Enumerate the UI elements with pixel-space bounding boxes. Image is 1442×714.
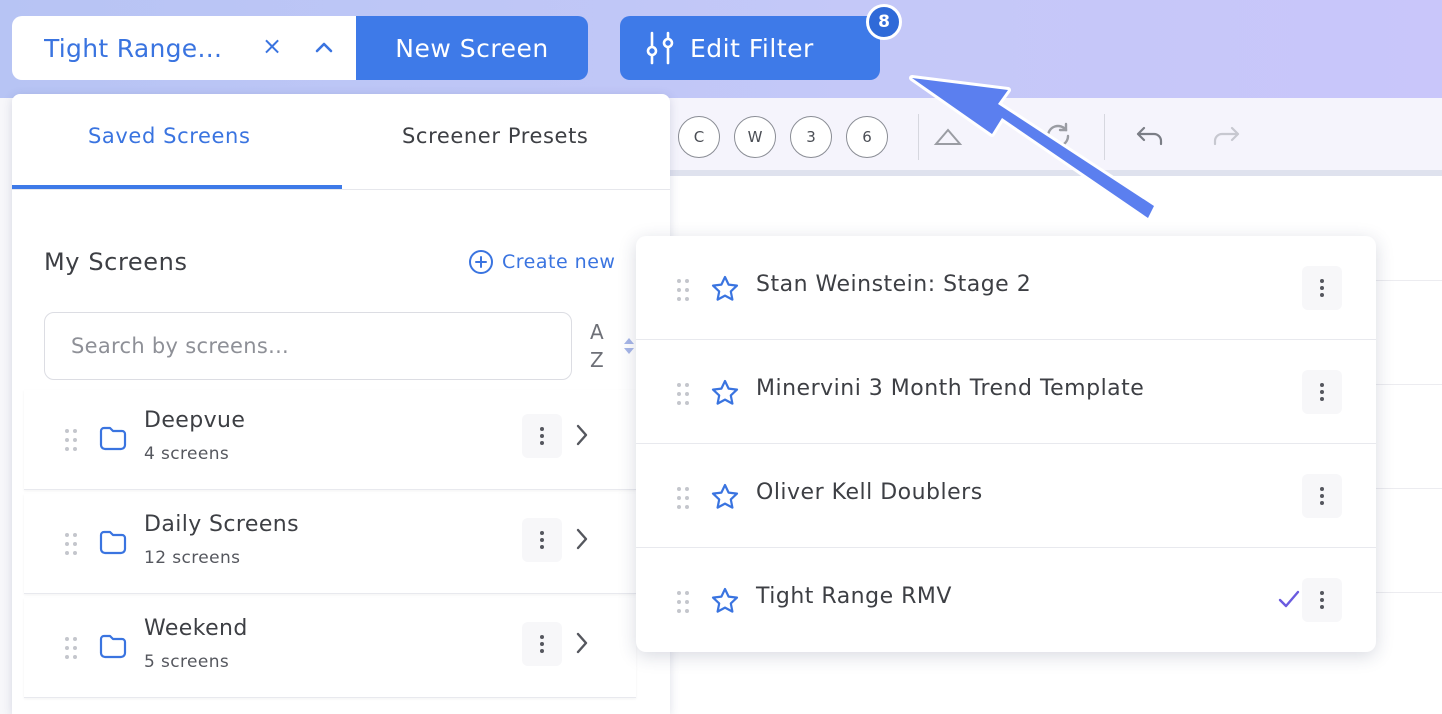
create-new-label: Create new xyxy=(502,251,616,273)
drag-handle-icon[interactable] xyxy=(64,636,78,660)
kebab-icon xyxy=(1320,591,1324,609)
kebab-icon xyxy=(1320,383,1324,401)
screen-item[interactable]: Tight Range RMV xyxy=(636,548,1376,652)
star-icon[interactable] xyxy=(710,274,740,304)
sort-arrows-icon[interactable] xyxy=(622,334,636,358)
more-options-button[interactable] xyxy=(522,414,562,458)
drag-handle-icon[interactable] xyxy=(64,532,78,556)
drag-handle-icon[interactable] xyxy=(676,590,690,614)
more-options-button[interactable] xyxy=(522,518,562,562)
kebab-icon xyxy=(540,635,544,653)
create-new-button[interactable]: Create new xyxy=(468,249,615,275)
folder-item[interactable]: Daily Screens 12 screens xyxy=(24,494,636,594)
folder-icon xyxy=(99,634,127,659)
folder-count: 5 screens xyxy=(144,652,230,672)
screen-name: Stan Weinstein: Stage 2 xyxy=(756,272,1032,297)
folder-icon xyxy=(99,530,127,555)
saved-screens-panel: Saved Screens Screener Presets My Screen… xyxy=(12,94,670,714)
folder-item[interactable]: Weekend 5 screens xyxy=(24,598,636,698)
drag-handle-icon[interactable] xyxy=(676,278,690,302)
clear-icon[interactable]: × xyxy=(262,32,282,60)
tab-saved-screens[interactable]: Saved Screens xyxy=(88,124,251,148)
search-input[interactable] xyxy=(44,312,572,380)
kebab-icon xyxy=(1320,279,1324,297)
star-icon[interactable] xyxy=(710,378,740,408)
annotation-arrow-icon xyxy=(909,75,1157,221)
chevron-right-icon[interactable] xyxy=(574,526,590,552)
screen-name: Tight Range RMV xyxy=(756,584,952,609)
drag-handle-icon[interactable] xyxy=(676,486,690,510)
kebab-icon xyxy=(540,531,544,549)
sliders-icon xyxy=(646,31,674,65)
folder-name: Weekend xyxy=(144,616,248,641)
tab-divider xyxy=(12,189,670,190)
screen-item[interactable]: Stan Weinstein: Stage 2 xyxy=(636,236,1376,340)
folder-name: Daily Screens xyxy=(144,512,299,537)
screen-selector[interactable]: Tight Range... × xyxy=(12,16,358,80)
sort-label-top: A xyxy=(590,320,604,344)
drag-handle-icon[interactable] xyxy=(64,428,78,452)
background-strip xyxy=(0,98,12,714)
folder-icon xyxy=(99,426,127,451)
kebab-icon xyxy=(540,427,544,445)
selected-screen-name: Tight Range... xyxy=(44,33,223,63)
checkmark-icon xyxy=(1278,590,1300,608)
folder-count: 4 screens xyxy=(144,444,230,464)
folder-screens-dropdown: Stan Weinstein: Stage 2 Minervini 3 Mont… xyxy=(636,236,1376,652)
star-icon[interactable] xyxy=(710,586,740,616)
star-icon[interactable] xyxy=(710,482,740,512)
screen-item[interactable]: Minervini 3 Month Trend Template xyxy=(636,340,1376,444)
edit-filter-button[interactable]: Edit Filter xyxy=(620,16,880,80)
timeframe-button[interactable]: 3 xyxy=(790,116,832,158)
new-screen-button[interactable]: New Screen xyxy=(356,16,588,80)
folder-item[interactable]: Deepvue 4 screens xyxy=(24,390,636,490)
screen-name: Oliver Kell Doublers xyxy=(756,480,983,505)
timeframe-button[interactable]: W xyxy=(734,116,776,158)
chevron-up-icon[interactable] xyxy=(310,34,338,62)
plus-circle-icon xyxy=(469,250,493,274)
more-options-button[interactable] xyxy=(1302,474,1342,518)
folder-count: 12 screens xyxy=(144,548,241,568)
drag-handle-icon[interactable] xyxy=(676,382,690,406)
timeframe-button[interactable]: 6 xyxy=(846,116,888,158)
redo-icon[interactable] xyxy=(1208,118,1244,154)
timeframe-button[interactable]: C xyxy=(678,116,720,158)
more-options-button[interactable] xyxy=(1302,578,1342,622)
sort-toggle[interactable]: A Z xyxy=(590,318,604,374)
chevron-right-icon[interactable] xyxy=(574,630,590,656)
screen-item[interactable]: Oliver Kell Doublers xyxy=(636,444,1376,548)
kebab-icon xyxy=(1320,487,1324,505)
chevron-right-icon[interactable] xyxy=(574,422,590,448)
tab-screener-presets[interactable]: Screener Presets xyxy=(402,124,588,148)
sort-label-bottom: Z xyxy=(590,348,604,372)
more-options-button[interactable] xyxy=(1302,266,1342,310)
more-options-button[interactable] xyxy=(522,622,562,666)
folder-name: Deepvue xyxy=(144,408,246,433)
screen-name: Minervini 3 Month Trend Template xyxy=(756,376,1145,401)
edit-filter-label: Edit Filter xyxy=(690,33,814,63)
more-options-button[interactable] xyxy=(1302,370,1342,414)
filter-count-badge: 8 xyxy=(866,4,902,40)
section-title: My Screens xyxy=(44,248,188,276)
